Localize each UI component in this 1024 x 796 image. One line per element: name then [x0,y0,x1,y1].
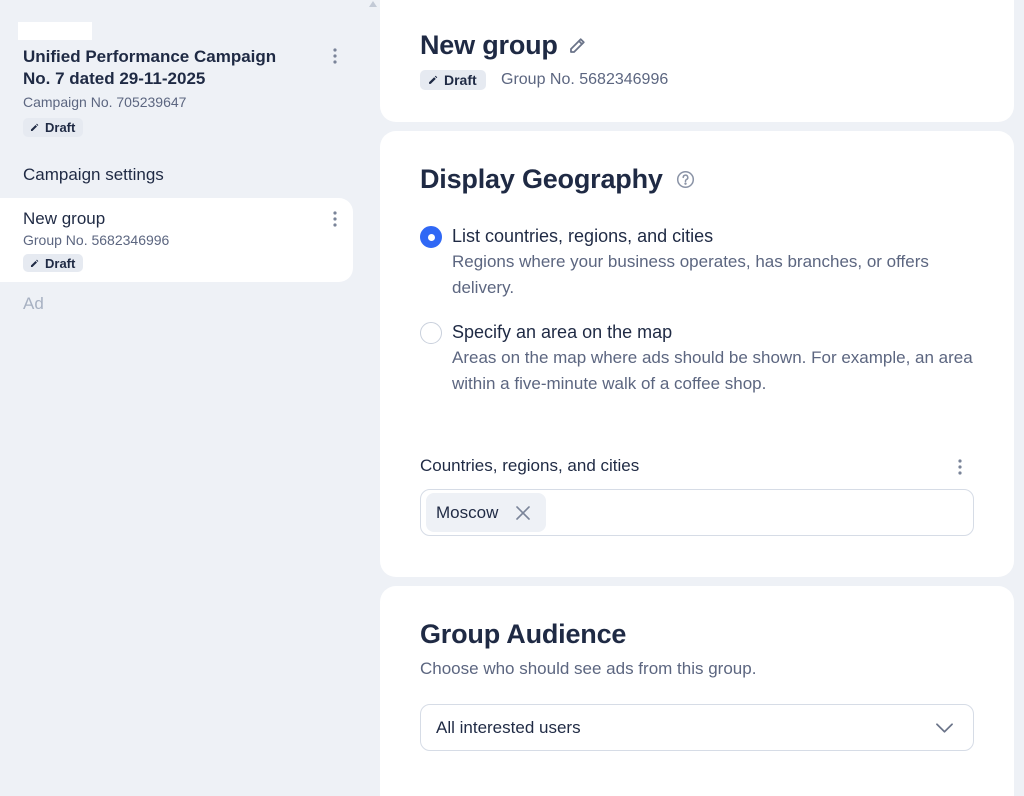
kebab-icon [958,459,962,475]
sidebar: Unified Performance Campaign No. 7 dated… [0,0,370,796]
header-status-badge: Draft [420,70,486,90]
group-header-card: New group Draft Group No. 5682346996 [380,0,1014,122]
pencil-icon [30,259,39,267]
pencil-icon [570,37,585,53]
remove-location-button[interactable] [515,505,531,521]
close-icon [516,505,531,520]
group-title: New group [23,209,106,228]
sidebar-item-group[interactable]: New group Group No. 5682346996 Draft [0,198,353,282]
locations-menu-button[interactable] [952,456,968,478]
group-number: Group No. 5682346996 [23,232,170,248]
display-geography-card: Display Geography List countries, region… [380,131,1014,577]
edit-title-button[interactable] [568,35,588,55]
geo-option-list-label: List countries, regions, and cities [452,226,714,246]
group-audience-card: Group Audience Choose who should see ads… [380,586,1014,796]
group-menu-button[interactable] [327,208,343,230]
header-status-label: Draft [444,72,477,88]
geo-option-list-radio[interactable] [420,226,442,248]
locations-field-label: Countries, regions, and cities [420,456,640,475]
campaign-title: Unified Performance Campaign No. 7 dated… [23,47,277,88]
location-chip-label: Moscow [436,502,499,522]
header-title-row: New group [420,29,588,61]
geo-option-map-description: Areas on the map where ads should be sho… [452,348,973,393]
campaign-settings-link[interactable]: Campaign settings [23,165,164,185]
kebab-icon [333,48,337,64]
chevron-down-icon [936,722,953,733]
campaign-number: Campaign No. 705239647 [23,94,187,110]
geography-help-button[interactable] [676,169,696,189]
audience-title: Group Audience [420,619,627,649]
geo-option-map[interactable]: Specify an area on the map Areas on the … [420,320,980,400]
geo-option-list[interactable]: List countries, regions, and cities Regi… [420,224,980,304]
campaign-status-label: Draft [45,120,76,135]
campaign-status-badge: Draft [23,118,84,137]
geo-option-map-radio[interactable] [420,322,442,344]
group-status-label: Draft [45,255,76,271]
audience-select[interactable]: All interested users [420,704,974,751]
geo-option-map-label: Specify an area on the map [452,322,673,342]
campaign-menu-button[interactable] [327,45,343,67]
logo-placeholder [18,22,92,40]
pencil-icon [429,75,438,84]
audience-select-value: All interested users [436,717,581,737]
geo-option-list-description: Regions where your business operates, ha… [452,252,929,297]
geography-title: Display Geography [420,164,663,194]
pencil-icon [30,123,39,132]
scrollbar-up-arrow[interactable] [369,1,377,7]
audience-title-row: Group Audience [420,618,626,650]
help-icon [677,170,695,188]
sidebar-item-ad[interactable]: Ad [23,294,44,314]
header-group-number: Group No. 5682346996 [501,71,669,88]
geography-title-row: Display Geography [420,163,696,195]
page-title: New group [420,30,558,60]
audience-description: Choose who should see ads from this grou… [420,659,757,678]
locations-input[interactable]: Moscow [420,489,974,536]
location-chip: Moscow [426,493,547,532]
group-status-badge: Draft [23,254,84,272]
kebab-icon [333,211,337,227]
